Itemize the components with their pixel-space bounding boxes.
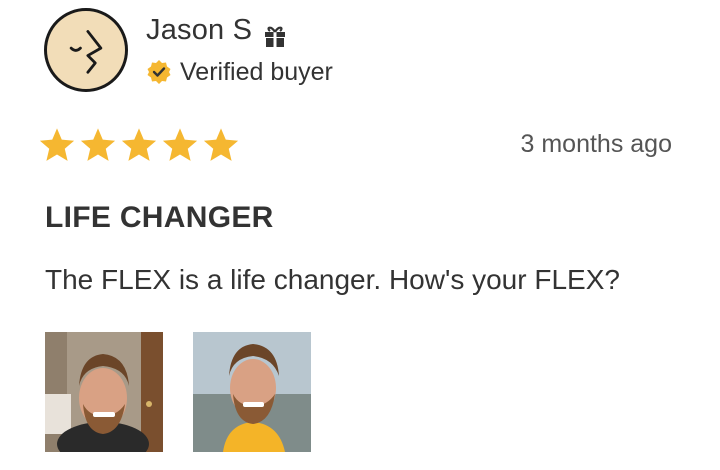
star-icon xyxy=(38,126,76,164)
face-profile-icon xyxy=(69,30,103,74)
review-date: 3 months ago xyxy=(520,130,673,158)
star-icon xyxy=(202,126,240,164)
reviewer-name: Jason S xyxy=(146,14,253,46)
review-photo-2[interactable] xyxy=(193,332,311,452)
star-icon xyxy=(161,126,199,164)
review-body: The FLEX is a life changer. How's your F… xyxy=(45,264,620,295)
star-icon xyxy=(79,126,117,164)
verified-check-icon xyxy=(147,60,171,84)
verified-buyer-row: Verified buyer xyxy=(146,57,333,87)
avatar xyxy=(44,8,128,92)
verified-buyer-label: Verified buyer xyxy=(180,57,333,86)
star-rating xyxy=(38,126,243,164)
star-icon xyxy=(120,126,158,164)
review-title: LIFE CHANGER xyxy=(45,201,274,234)
gift-icon xyxy=(265,26,285,47)
review-photo-1[interactable] xyxy=(45,332,163,452)
